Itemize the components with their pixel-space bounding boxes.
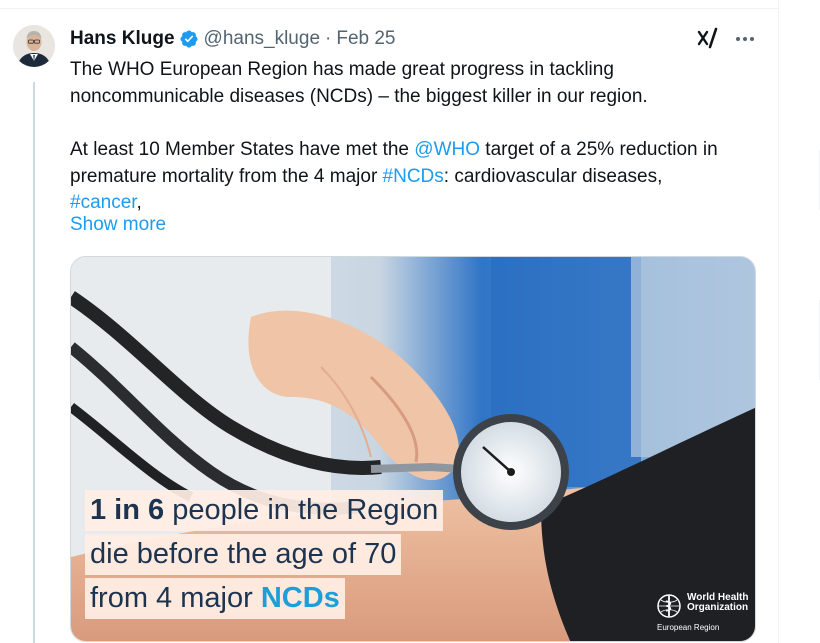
more-options-icon[interactable] — [732, 26, 758, 52]
caption-text: people in the Region — [164, 494, 439, 526]
text-segment: At least 10 Member States have met the — [70, 139, 415, 160]
text-segment: : cardiovascular diseases, — [443, 165, 663, 187]
post-paragraph: The WHO European Region has made great p… — [70, 59, 648, 107]
grok-icon[interactable] — [697, 27, 719, 49]
author-avatar[interactable] — [13, 25, 55, 67]
who-name: World Health Organization — [687, 593, 748, 613]
post-paragraph: At least 10 Member States have met the @… — [70, 137, 760, 217]
caption-text: from 4 major — [90, 582, 261, 614]
caption-highlight: 1 in 6 — [90, 494, 165, 526]
who-emblem-icon — [657, 594, 681, 618]
hashtag-link[interactable]: #NCDs — [383, 166, 444, 187]
hashtag-link[interactable]: #cancer — [70, 192, 137, 213]
post-text: The WHO European Region has made great p… — [70, 57, 760, 217]
post-header: Hans Kluge @hans_kluge · Feb 25 — [70, 27, 396, 51]
text-segment: , — [136, 192, 142, 213]
caption-line-1: 1 in 6 people in the Region — [85, 490, 444, 531]
who-name-line: Organization — [687, 602, 749, 613]
caption-line-3: from 4 major NCDs — [85, 578, 345, 619]
thread-connector-line — [33, 82, 35, 643]
tweet-page: Hans Kluge @hans_kluge · Feb 25 The WHO … — [0, 0, 820, 643]
caption-highlight: NCDs — [260, 582, 340, 614]
avatar-image — [13, 25, 55, 67]
post-media-image[interactable]: 1 in 6 people in the Region die before t… — [70, 256, 756, 642]
caption-line-2: die before the age of 70 — [85, 534, 402, 575]
who-region: European Region — [657, 623, 720, 632]
verified-badge-icon — [179, 29, 199, 49]
author-name[interactable]: Hans Kluge — [70, 28, 175, 50]
top-divider — [0, 0, 778, 9]
right-sidebar-edge — [779, 0, 820, 643]
post-date[interactable]: Feb 25 — [336, 28, 395, 50]
author-handle[interactable]: @hans_kluge — [204, 28, 320, 50]
mention-link[interactable]: @WHO — [414, 139, 480, 160]
caption-text: die before the age of 70 — [90, 538, 397, 570]
who-logo: World Health Organization European Regio… — [655, 590, 749, 634]
header-separator: · — [325, 28, 332, 49]
show-more-link[interactable]: Show more — [70, 214, 166, 236]
